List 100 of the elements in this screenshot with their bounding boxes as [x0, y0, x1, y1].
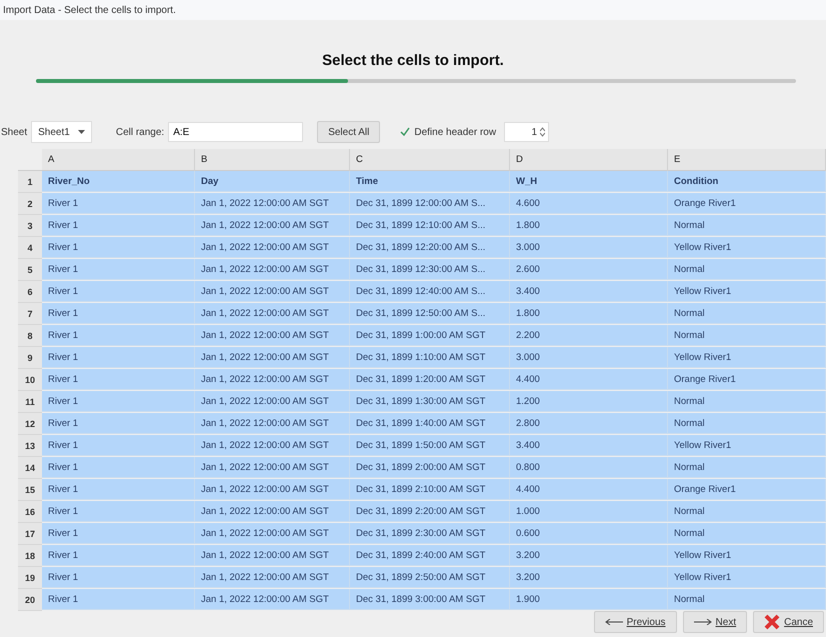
table-cell: Jan 1, 2022 12:00:00 AM SGT [195, 589, 350, 610]
table-cell: Jan 1, 2022 12:00:00 AM SGT [195, 479, 350, 500]
table-cell: River 1 [42, 281, 195, 302]
table-cell: Normal [668, 215, 826, 236]
close-icon [764, 614, 780, 630]
row-number: 1 [18, 171, 42, 193]
table-cell: 3.200 [510, 545, 668, 566]
table-cell: 4.400 [510, 479, 668, 500]
table-cell: Jan 1, 2022 12:00:00 AM SGT [195, 369, 350, 390]
column-header[interactable]: C [350, 149, 510, 171]
table-cell: Normal [668, 259, 826, 280]
table-cell: Orange River1 [668, 369, 826, 390]
window-title: Import Data - Select the cells to import. [0, 0, 826, 20]
table-cell: River 1 [42, 303, 195, 324]
sheet-dropdown[interactable]: Sheet1 [31, 121, 92, 143]
table-cell: Jan 1, 2022 12:00:00 AM SGT [195, 391, 350, 412]
table-cell: Condition [668, 171, 826, 192]
table-cell: Orange River1 [668, 479, 826, 500]
table-cell: 2.200 [510, 325, 668, 346]
table-cell: Jan 1, 2022 12:00:00 AM SGT [195, 281, 350, 302]
header-row-spinner[interactable]: 1 [504, 122, 550, 142]
table-cell: Normal [668, 325, 826, 346]
table-cell: Dec 31, 1899 12:00:00 AM S... [350, 193, 510, 214]
step-heading: Select the cells to import. [321, 52, 505, 69]
table-cell: Dec 31, 1899 1:40:00 AM SGT [350, 413, 510, 434]
table-cell: Normal [668, 457, 826, 478]
select-all-button[interactable]: Select All [317, 121, 380, 143]
table-cell: River 1 [42, 435, 195, 456]
row-number: 14 [18, 457, 42, 479]
row-number: 11 [18, 391, 42, 413]
table-cell: Jan 1, 2022 12:00:00 AM SGT [195, 435, 350, 456]
table-cell: Jan 1, 2022 12:00:00 AM SGT [195, 523, 350, 544]
table-cell: Dec 31, 1899 12:20:00 AM S... [350, 237, 510, 258]
table-cell: River 1 [42, 347, 195, 368]
table-cell: River 1 [42, 479, 195, 500]
row-number: 16 [18, 501, 42, 523]
column-header[interactable]: B [195, 149, 350, 171]
caret-icon [78, 130, 85, 134]
table-cell: W_H [510, 171, 668, 192]
table-cell: 1.900 [510, 589, 668, 610]
table-cell: Yellow River1 [668, 567, 826, 588]
column-header[interactable]: E [668, 149, 826, 171]
table-cell: Dec 31, 1899 1:30:00 AM SGT [350, 391, 510, 412]
table-cell: Normal [668, 413, 826, 434]
table-cell: Dec 31, 1899 1:50:00 AM SGT [350, 435, 510, 456]
table-cell: 3.000 [510, 237, 668, 258]
table-cell: Jan 1, 2022 12:00:00 AM SGT [195, 259, 350, 280]
arrow-icon [694, 619, 712, 625]
table-cell: Dec 31, 1899 1:10:00 AM SGT [350, 347, 510, 368]
table-cell: Dec 31, 1899 12:30:00 AM S... [350, 259, 510, 280]
row-number: 12 [18, 413, 42, 435]
cell-range-field[interactable]: A:E [168, 122, 304, 142]
table-cell: Dec 31, 1899 1:20:00 AM SGT [350, 369, 510, 390]
table-cell: Dec 31, 1899 2:20:00 AM SGT [350, 501, 510, 522]
table-cell: Yellow River1 [668, 237, 826, 258]
table-cell: 3.000 [510, 347, 668, 368]
row-number: 19 [18, 567, 42, 589]
table-cell: River_No [42, 171, 195, 192]
row-number: 17 [18, 523, 42, 545]
arrow-icon [604, 619, 623, 625]
column-header[interactable]: D [510, 149, 668, 171]
table-cell: Dec 31, 1899 3:00:00 AM SGT [350, 589, 510, 610]
table-cell: Jan 1, 2022 12:00:00 AM SGT [195, 237, 350, 258]
row-number: 15 [18, 479, 42, 501]
table-cell: 2.800 [510, 413, 668, 434]
next-button[interactable]: Next [682, 611, 748, 633]
table-cell: 3.200 [510, 567, 668, 588]
table-cell: Jan 1, 2022 12:00:00 AM SGT [195, 347, 350, 368]
table-cell: River 1 [42, 369, 195, 390]
table-cell: River 1 [42, 457, 195, 478]
table-cell: River 1 [42, 259, 195, 280]
table-cell: River 1 [42, 193, 195, 214]
column-header[interactable]: A [42, 149, 195, 171]
row-number: 6 [18, 281, 42, 303]
table-cell: Dec 31, 1899 2:50:00 AM SGT [350, 567, 510, 588]
header-row-checkbox[interactable]: Define header row [400, 126, 496, 138]
row-number: 10 [18, 369, 42, 391]
previous-button[interactable]: Previous [594, 611, 677, 633]
table-cell: River 1 [42, 325, 195, 346]
table-cell: Normal [668, 589, 826, 610]
table-cell: Normal [668, 391, 826, 412]
row-number: 7 [18, 303, 42, 325]
table-cell: Dec 31, 1899 2:40:00 AM SGT [350, 545, 510, 566]
row-number: 8 [18, 325, 42, 347]
table-cell: River 1 [42, 589, 195, 610]
table-cell: Dec 31, 1899 2:10:00 AM SGT [350, 479, 510, 500]
row-number: 4 [18, 237, 42, 259]
table-cell: 1.000 [510, 501, 668, 522]
table-cell: Jan 1, 2022 12:00:00 AM SGT [195, 457, 350, 478]
cancel-button[interactable]: Cance [753, 611, 824, 633]
table-cell: 0.600 [510, 523, 668, 544]
table-cell: 4.600 [510, 193, 668, 214]
table-cell: River 1 [42, 567, 195, 588]
table-cell: Jan 1, 2022 12:00:00 AM SGT [195, 501, 350, 522]
table-cell: 2.600 [510, 259, 668, 280]
table-cell: Jan 1, 2022 12:00:00 AM SGT [195, 567, 350, 588]
row-number: 3 [18, 215, 42, 237]
table-cell: River 1 [42, 523, 195, 544]
table-cell: Yellow River1 [668, 435, 826, 456]
table-cell: Yellow River1 [668, 281, 826, 302]
